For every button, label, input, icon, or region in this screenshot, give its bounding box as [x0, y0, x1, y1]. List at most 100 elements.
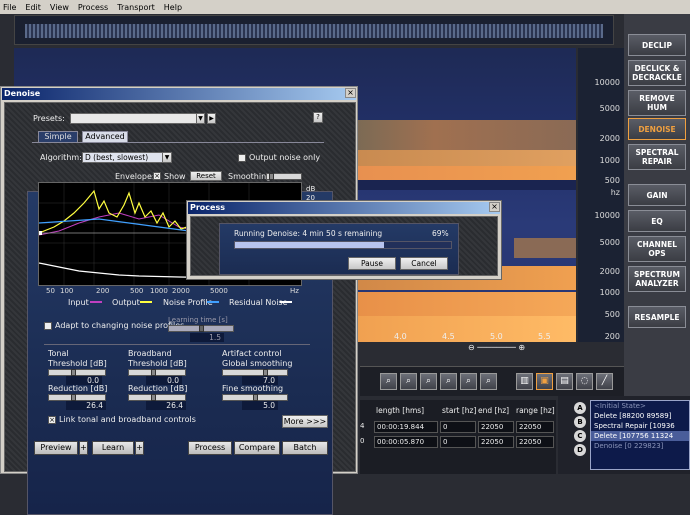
length-field[interactable]: 00:00:05.870 — [374, 436, 438, 448]
history-list[interactable]: <Initial State> Delete [88200 89589] Spe… — [590, 400, 690, 470]
preset-next-icon[interactable]: ▶ — [207, 113, 216, 124]
smoothing-slider[interactable] — [266, 173, 302, 180]
envelope-show-checkbox[interactable]: × — [153, 172, 161, 180]
link-controls-checkbox[interactable]: × — [48, 416, 56, 424]
module-spectral-repair-button[interactable]: SPECTRAL REPAIR — [628, 144, 686, 170]
slider-thumb[interactable] — [199, 325, 204, 332]
fine-smoothing-slider[interactable] — [222, 394, 288, 401]
help-button[interactable]: ? — [313, 112, 323, 123]
time-tick: 5.0 — [490, 332, 503, 341]
zoom-selection-icon[interactable]: ⌕ — [420, 373, 437, 390]
learning-time-value[interactable]: 1.5 — [190, 333, 224, 342]
compare-button[interactable]: Compare — [234, 441, 280, 455]
col-range: range [hz] — [516, 406, 555, 415]
slider-thumb[interactable] — [269, 173, 274, 180]
start-field[interactable]: 0 — [440, 421, 476, 433]
module-declick-button[interactable]: DECLICK & DECRACKLE — [628, 60, 686, 86]
brush-icon[interactable]: ╱ — [596, 373, 613, 390]
module-remove-hum-button[interactable]: REMOVE HUM — [628, 90, 686, 116]
tab-advanced[interactable]: Advanced — [82, 131, 128, 142]
zoom-time-icon[interactable]: ⌕ — [440, 373, 457, 390]
module-gain-button[interactable]: GAIN — [628, 184, 686, 206]
module-resample-button[interactable]: RESAMPLE — [628, 306, 686, 328]
history-item[interactable]: <Initial State> — [591, 401, 689, 411]
chevron-down-icon[interactable]: ▼ — [162, 152, 172, 163]
tonal-threshold-slider[interactable] — [48, 369, 106, 376]
adapt-checkbox[interactable] — [44, 322, 52, 330]
lasso-icon[interactable]: ◌ — [576, 373, 593, 390]
output-noise-only-checkbox[interactable] — [238, 154, 246, 162]
presets-dropdown[interactable] — [70, 113, 204, 124]
tab-simple[interactable]: Simple — [38, 131, 78, 142]
zoom-in-icon[interactable]: ⌕ — [380, 373, 397, 390]
range-field[interactable]: 22050 — [516, 436, 554, 448]
time-freq-select-icon[interactable]: ▣ — [536, 373, 553, 390]
more-button[interactable]: More >>> — [282, 415, 328, 428]
tonal-reduction-slider[interactable] — [48, 394, 106, 401]
undo-history-panel: A B C D <Initial State> Delete [88200 89… — [558, 396, 690, 474]
end-field[interactable]: 22050 — [478, 436, 514, 448]
zoom-out-icon[interactable]: ⌕ — [400, 373, 417, 390]
algorithm-dropdown[interactable]: D (best, slowest) — [82, 152, 172, 163]
zoom-out-icon[interactable]: ⊖ ──────── ⊕ — [468, 343, 525, 352]
slider-thumb[interactable] — [253, 394, 258, 401]
range-field[interactable]: 22050 — [516, 421, 554, 433]
history-item[interactable]: Delete [107756 11324 — [591, 431, 689, 441]
process-button[interactable]: Process — [188, 441, 232, 455]
history-item[interactable]: Delete [88200 89589] — [591, 411, 689, 421]
time-select-icon[interactable]: ▥ — [516, 373, 533, 390]
preview-options-icon[interactable]: + — [79, 441, 88, 455]
legend-output: Output — [112, 298, 140, 307]
snapshot-d-button[interactable]: D — [574, 444, 586, 456]
chevron-down-icon[interactable]: ▼ — [196, 113, 205, 124]
fine-smoothing-value[interactable]: 5.0 — [242, 401, 278, 410]
menu-view[interactable]: View — [50, 3, 69, 12]
snapshot-a-button[interactable]: A — [574, 402, 586, 414]
broadband-reduction-slider[interactable] — [128, 394, 186, 401]
slider-thumb[interactable] — [263, 369, 268, 376]
envelope-handle[interactable] — [39, 231, 42, 235]
time-tick: 4.0 — [394, 332, 407, 341]
module-eq-button[interactable]: EQ — [628, 210, 686, 232]
learning-time-slider[interactable] — [168, 325, 234, 332]
history-item[interactable]: Spectral Repair [10936 — [591, 421, 689, 431]
tonal-reduction-value[interactable]: 26.4 — [66, 401, 106, 410]
module-declip-button[interactable]: DECLIP — [628, 34, 686, 56]
slider-thumb[interactable] — [71, 394, 76, 401]
x-tick: 500 — [130, 287, 144, 295]
slider-thumb[interactable] — [151, 394, 156, 401]
broadband-threshold-slider[interactable] — [128, 369, 186, 376]
module-spectrum-analyzer-button[interactable]: SPECTRUM ANALYZER — [628, 266, 686, 292]
history-item[interactable]: Denoise [0 229823] — [591, 441, 689, 451]
slider-thumb[interactable] — [151, 369, 156, 376]
end-field[interactable]: 22050 — [478, 421, 514, 433]
module-channel-ops-button[interactable]: CHANNEL OPS — [628, 236, 686, 262]
close-icon[interactable]: × — [489, 202, 500, 212]
waveform-overview[interactable] — [14, 15, 614, 45]
envelope-reset-button[interactable]: Reset — [190, 171, 222, 181]
module-denoise-button[interactable]: DENOISE — [628, 118, 686, 140]
menu-process[interactable]: Process — [78, 3, 108, 12]
snapshot-c-button[interactable]: C — [574, 430, 586, 442]
start-field[interactable]: 0 — [440, 436, 476, 448]
freq-select-icon[interactable]: ▤ — [556, 373, 573, 390]
zoom-freq-icon[interactable]: ⌕ — [460, 373, 477, 390]
length-field[interactable]: 00:00:19.844 — [374, 421, 438, 433]
menu-file[interactable]: File — [3, 3, 16, 12]
menu-transport[interactable]: Transport — [117, 3, 155, 12]
global-smoothing-slider[interactable] — [222, 369, 288, 376]
close-icon[interactable]: × — [345, 88, 356, 98]
menu-edit[interactable]: Edit — [25, 3, 41, 12]
pause-button[interactable]: Pause — [348, 257, 396, 270]
tonal-title: Tonal — [48, 349, 69, 358]
learn-button[interactable]: Learn — [92, 441, 134, 455]
zoom-full-icon[interactable]: ⌕ — [480, 373, 497, 390]
cancel-button[interactable]: Cancel — [400, 257, 448, 270]
batch-button[interactable]: Batch — [282, 441, 328, 455]
preview-button[interactable]: Preview — [34, 441, 78, 455]
menu-help[interactable]: Help — [164, 3, 182, 12]
snapshot-b-button[interactable]: B — [574, 416, 586, 428]
learn-options-icon[interactable]: + — [135, 441, 144, 455]
slider-thumb[interactable] — [71, 369, 76, 376]
broadband-reduction-value[interactable]: 26.4 — [146, 401, 186, 410]
